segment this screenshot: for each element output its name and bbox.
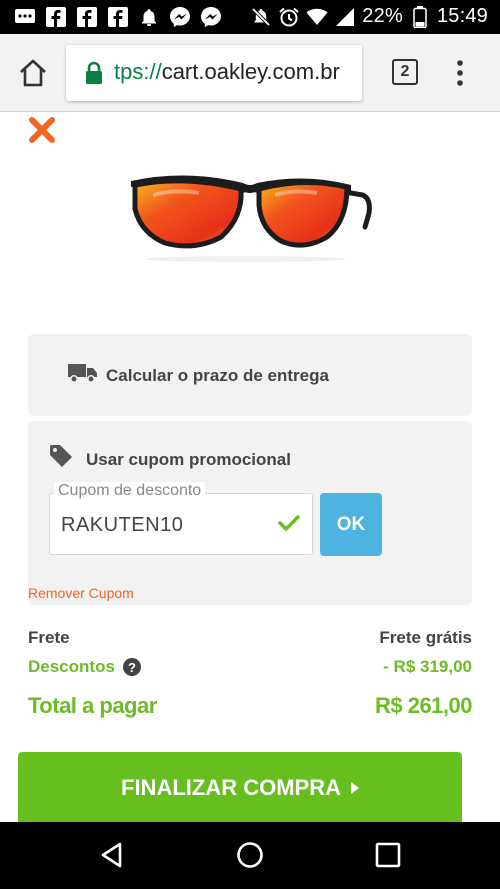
url-text: tps://cart.oakley.com.br [114, 59, 340, 85]
arrow-right-icon [350, 782, 359, 794]
help-icon[interactable]: ? [122, 658, 141, 676]
lock-icon [84, 61, 104, 85]
coupon-panel: Usar cupom promocional RAKUTEN10 Cupom d… [28, 421, 472, 605]
navigation-bar [0, 822, 500, 889]
home-icon[interactable] [17, 57, 49, 89]
tab-count: 2 [400, 63, 410, 80]
messenger-icon [169, 6, 191, 28]
notification-icon [138, 6, 160, 28]
wifi-icon [306, 6, 328, 28]
browser-toolbar: tps://cart.oakley.com.br 2 [0, 34, 500, 112]
delivery-label: Calcular o prazo de entrega [106, 366, 329, 385]
shipping-value: Frete grátis [379, 628, 472, 647]
truck-icon [68, 362, 98, 384]
delivery-estimate-button[interactable]: Calcular o prazo de entrega [28, 334, 472, 416]
discount-row: Descontos ? - R$ 319,00 [28, 657, 472, 677]
discount-value: - R$ 319,00 [383, 657, 472, 676]
system-status: 22% 15:49 [250, 5, 488, 28]
total-value: R$ 261,00 [374, 693, 473, 718]
total-row: Total a pagar R$ 261,00 [28, 693, 473, 719]
messenger-icon [200, 6, 222, 28]
tag-icon [48, 443, 74, 469]
shipping-row: Frete Frete grátis [28, 628, 472, 648]
home-circle-icon[interactable] [236, 841, 264, 869]
facebook-icon [107, 6, 129, 28]
total-label: Total a pagar [28, 693, 157, 718]
status-bar: 22% 15:49 [0, 0, 500, 34]
discount-label: Descontos [28, 657, 115, 676]
address-bar[interactable]: tps://cart.oakley.com.br [66, 45, 362, 101]
notification-icons [14, 6, 222, 28]
coupon-heading: Usar cupom promocional [86, 450, 291, 469]
apply-coupon-button[interactable]: OK [320, 493, 382, 556]
url-host: cart.oakley.com.br [161, 59, 340, 84]
checkout-page: 22% 15:49 tps://cart.oakley.com.br 2 Cal… [0, 0, 500, 889]
messages-icon [14, 6, 36, 28]
battery-percent: 22% [362, 5, 403, 27]
url-scheme: tps:// [114, 59, 162, 84]
battery-icon [409, 5, 431, 28]
finalize-label: FINALIZAR COMPRA [121, 775, 341, 800]
coupon-input-value: RAKUTEN10 [61, 514, 184, 536]
tab-switcher-button[interactable]: 2 [392, 59, 418, 85]
close-icon[interactable] [28, 116, 56, 144]
discount-label-group: Descontos ? [28, 657, 141, 677]
overflow-menu-icon[interactable] [450, 58, 470, 88]
check-icon [278, 514, 300, 532]
clock: 15:49 [436, 5, 488, 27]
facebook-icon [76, 6, 98, 28]
finalize-purchase-button[interactable]: FINALIZAR COMPRA [18, 752, 462, 824]
facebook-icon [45, 6, 67, 28]
coupon-field-label: Cupom de desconto [54, 482, 206, 500]
remove-coupon-link[interactable]: Remover Cupom [28, 585, 134, 601]
shipping-label: Frete [28, 628, 70, 647]
product-image [125, 165, 375, 265]
back-icon[interactable] [98, 841, 126, 869]
mute-icon [250, 6, 272, 28]
alarm-icon [278, 6, 300, 28]
recents-icon[interactable] [375, 842, 401, 868]
coupon-input[interactable]: RAKUTEN10 [49, 493, 313, 555]
signal-icon [334, 6, 356, 28]
